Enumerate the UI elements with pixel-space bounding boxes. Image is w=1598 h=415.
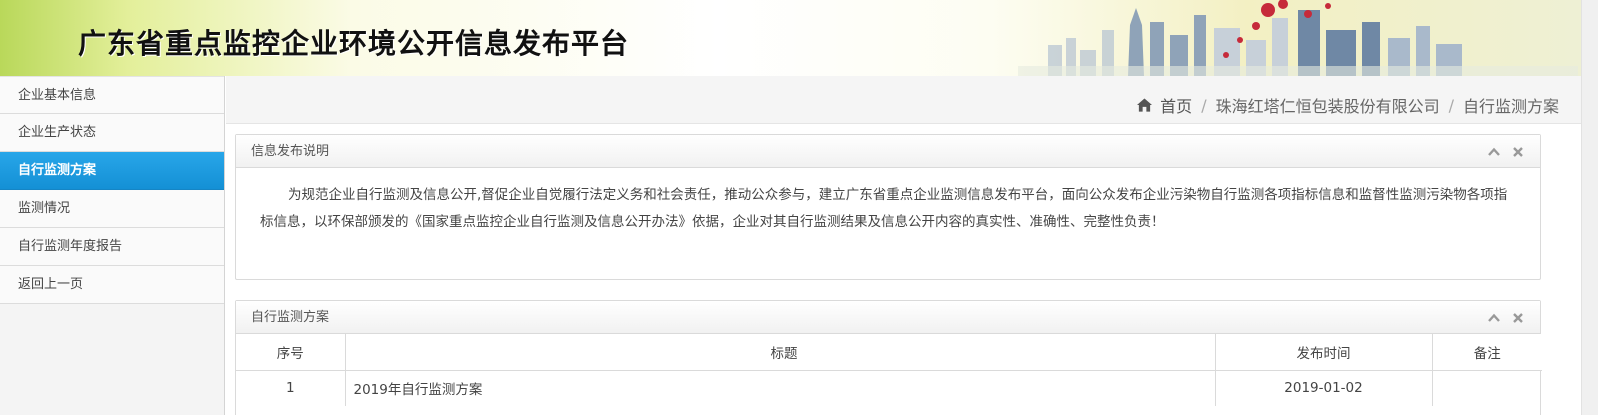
header-banner: 广东省重点监控企业环境公开信息发布平台	[0, 0, 1598, 76]
column-header-index: 序号	[236, 334, 346, 371]
row-note	[1432, 370, 1542, 406]
column-header-title: 标题	[345, 334, 1216, 371]
site-title: 广东省重点监控企业环境公开信息发布平台	[78, 27, 630, 60]
breadcrumb: 首页 / 珠海红塔仁恒包装股份有限公司 / 自行监测方案	[1137, 93, 1559, 117]
table-header-row: 序号 标题 发布时间 备注	[236, 334, 1542, 371]
breadcrumb-current: 自行监测方案	[1462, 97, 1559, 116]
column-header-note: 备注	[1432, 334, 1542, 371]
table-row[interactable]: 1 2019年自行监测方案 2019-01-02	[236, 370, 1542, 406]
plan-panel-title: 自行监测方案	[251, 310, 330, 325]
row-title-link[interactable]: 2019年自行监测方案	[345, 370, 1216, 406]
close-icon[interactable]	[1512, 312, 1524, 324]
plan-panel: 自行监测方案 序号 标题 发布时间 备注 1 2019年自行监测方案 2019-…	[235, 300, 1542, 415]
info-panel-tools	[1488, 135, 1524, 168]
plan-table: 序号 标题 发布时间 备注 1 2019年自行监测方案 2019-01-02	[236, 334, 1542, 406]
sidebar-item-production-status[interactable]: 企业生产状态	[0, 114, 224, 152]
chevron-up-icon[interactable]	[1488, 146, 1500, 158]
info-panel-header: 信息发布说明	[236, 135, 1540, 168]
sidebar-item-annual-report[interactable]: 自行监测年度报告	[0, 228, 224, 266]
chevron-up-icon[interactable]	[1488, 312, 1500, 324]
close-icon[interactable]	[1512, 146, 1524, 158]
plan-panel-tools	[1488, 301, 1524, 334]
info-panel: 信息发布说明 为规范企业自行监测及信息公开,督促企业自觉履行法定义务和社会责任，…	[235, 134, 1541, 280]
info-panel-body: 为规范企业自行监测及信息公开,督促企业自觉履行法定义务和社会责任，推动公众参与，…	[260, 187, 1508, 230]
breadcrumb-bar: 首页 / 珠海红塔仁恒包装股份有限公司 / 自行监测方案	[226, 76, 1581, 124]
plan-panel-header: 自行监测方案	[236, 301, 1540, 334]
column-header-date: 发布时间	[1215, 334, 1433, 371]
sidebar-item-monitoring-status[interactable]: 监测情况	[0, 190, 224, 228]
row-date: 2019-01-02	[1215, 370, 1433, 406]
breadcrumb-separator: /	[1448, 95, 1454, 115]
main-content: 首页 / 珠海红塔仁恒包装股份有限公司 / 自行监测方案 信息发布说明 为规范企…	[226, 76, 1581, 415]
city-skyline-banner-image	[1018, 0, 1578, 76]
home-icon[interactable]	[1137, 98, 1153, 112]
sidebar-item-company-info[interactable]: 企业基本信息	[0, 76, 224, 114]
row-index: 1	[236, 370, 346, 406]
sidebar-nav: 企业基本信息 企业生产状态 自行监测方案 监测情况 自行监测年度报告 返回上一页	[0, 76, 225, 415]
info-panel-title: 信息发布说明	[251, 144, 330, 159]
sidebar-item-go-back[interactable]: 返回上一页	[0, 266, 224, 304]
breadcrumb-home-link[interactable]: 首页	[1160, 93, 1192, 117]
breadcrumb-separator: /	[1201, 95, 1207, 115]
breadcrumb-company-link[interactable]: 珠海红塔仁恒包装股份有限公司	[1216, 93, 1440, 117]
sidebar-item-monitoring-plan[interactable]: 自行监测方案	[0, 152, 224, 190]
vertical-scrollbar[interactable]	[1581, 0, 1598, 415]
